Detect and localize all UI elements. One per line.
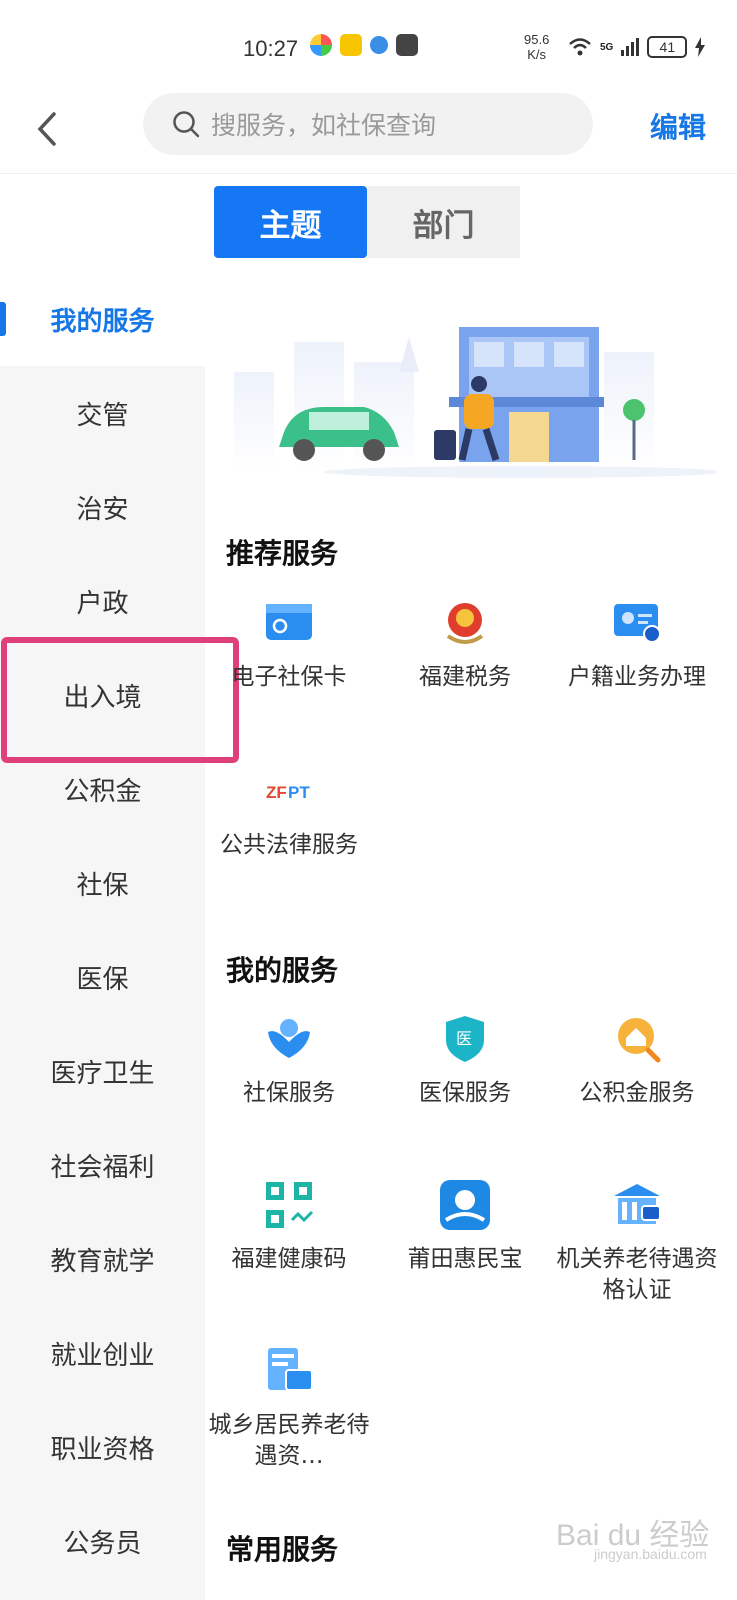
sidebar-item-healthcare[interactable]: 医疗卫生 [0,1024,205,1118]
service-label: 公积金服务 [579,1080,695,1106]
network-speed-value: 95.6 [524,32,550,47]
tab-department[interactable]: 部门 [367,186,520,258]
service-resident-pension[interactable]: 城乡居民养老待遇资… [204,1344,374,1472]
edit-button[interactable]: 编辑 [650,106,706,146]
service-fujian-tax[interactable]: 福建税务 [380,596,550,693]
service-label: 福建健康码 [231,1246,347,1272]
social-security-card-icon [266,604,312,640]
sidebar-item-employment[interactable]: 就业创业 [0,1306,205,1400]
service-label: 公共法律服务 [220,832,358,858]
service-label: 户籍业务办理 [568,664,706,690]
service-social-security[interactable]: 社保服务 [204,1012,374,1109]
sidebar-item-my-services[interactable]: 我的服务 [0,272,205,366]
header: 搜服务，如社保查询 编辑 [0,88,737,174]
service-label: 莆田惠民宝 [407,1246,523,1272]
sidebar-item-qualification[interactable]: 职业资格 [0,1400,205,1494]
category-sidebar: 我的服务 交管 治安 户政 出入境 公积金 社保 医保 医疗卫生 社会福利 教育… [0,272,205,1600]
service-label: 福建税务 [419,664,511,690]
service-label: 社保服务 [243,1080,335,1106]
sidebar-item-social-security[interactable]: 社保 [0,836,205,930]
common-services-section-title: 常用服务 [226,1533,339,1566]
city-banner-illustration [224,312,716,482]
sidebar-item-household[interactable]: 户政 [0,554,205,648]
charging-icon [695,37,706,57]
service-label: 电子社保卡 [231,664,347,690]
zfpt-legal-service-icon: ZF PT [266,783,310,802]
shopping-bag-icon [396,34,418,56]
yy-app-icon [340,34,362,56]
tax-emblem-icon [446,603,484,644]
health-code-icon [266,1182,314,1228]
service-label: 城乡居民养老待遇资… [208,1412,370,1469]
baidu-watermark-url: jingyan.baidu.com [594,1546,707,1562]
my-services-section-title: 我的服务 [226,954,339,987]
sidebar-item-education[interactable]: 教育就学 [0,1212,205,1306]
sidebar-item-public-security[interactable]: 治安 [0,460,205,554]
sidebar-item-welfare[interactable]: 社会福利 [0,1118,205,1212]
search-input[interactable]: 搜服务，如社保查询 [143,93,593,155]
network-type: 5G [600,41,614,53]
signal-icon [621,38,640,56]
service-putian-huiminbao[interactable]: 莆田惠民宝 [380,1178,550,1275]
battery-icon: 41 [647,36,688,58]
recommended-section-title: 推荐服务 [226,537,339,570]
service-public-legal[interactable]: ZF PT 公共法律服务 [204,764,374,861]
app-notification-icon [310,34,332,56]
sidebar-item-civil-servant[interactable]: 公务员 [0,1494,205,1588]
sidebar-item-traffic[interactable]: 交管 [0,366,205,460]
resident-pension-icon [268,1348,313,1391]
search-icon [173,111,200,138]
service-pension-qualification[interactable]: 机关养老待遇资格认证 [552,1178,722,1306]
service-housing-fund[interactable]: 公积金服务 [552,1012,722,1109]
service-household-registration[interactable]: 户籍业务办理 [552,596,722,693]
network-speed-unit: K/s [527,47,547,62]
housing-fund-icon [618,1018,661,1063]
medical-insurance-shield-icon: 医 [446,1016,484,1062]
notification-icons [310,34,418,56]
household-registration-icon [614,604,661,643]
status-right: 5G 41 [568,36,706,58]
putian-huiminbao-icon [440,1180,490,1230]
status-time: 10:27 [243,36,299,61]
back-icon[interactable] [30,106,66,152]
tab-theme[interactable]: 主题 [214,186,367,258]
service-medical-insurance[interactable]: 医 医保服务 [380,1012,550,1109]
svg-text:ZF: ZF [266,783,287,802]
svg-text:PT: PT [288,783,310,802]
social-security-hands-icon [268,1019,310,1058]
pension-building-icon [614,1184,661,1224]
service-health-code[interactable]: 福建健康码 [204,1178,374,1275]
service-e-social-card[interactable]: 电子社保卡 [204,596,374,693]
wifi-icon [569,38,591,56]
browser-icon [370,36,388,54]
svg-text:医: 医 [456,1029,472,1048]
tab-bar: 主题 部门 [214,186,520,258]
status-bar: 10:27 95.6 K/s 5G 41 [0,0,737,88]
search-placeholder: 搜服务，如社保查询 [211,111,437,140]
network-speed: 95.6 K/s [524,32,549,62]
service-label: 医保服务 [419,1080,511,1106]
service-label: 机关养老待遇资格认证 [556,1246,718,1303]
sidebar-item-medical-insurance[interactable]: 医保 [0,930,205,1024]
